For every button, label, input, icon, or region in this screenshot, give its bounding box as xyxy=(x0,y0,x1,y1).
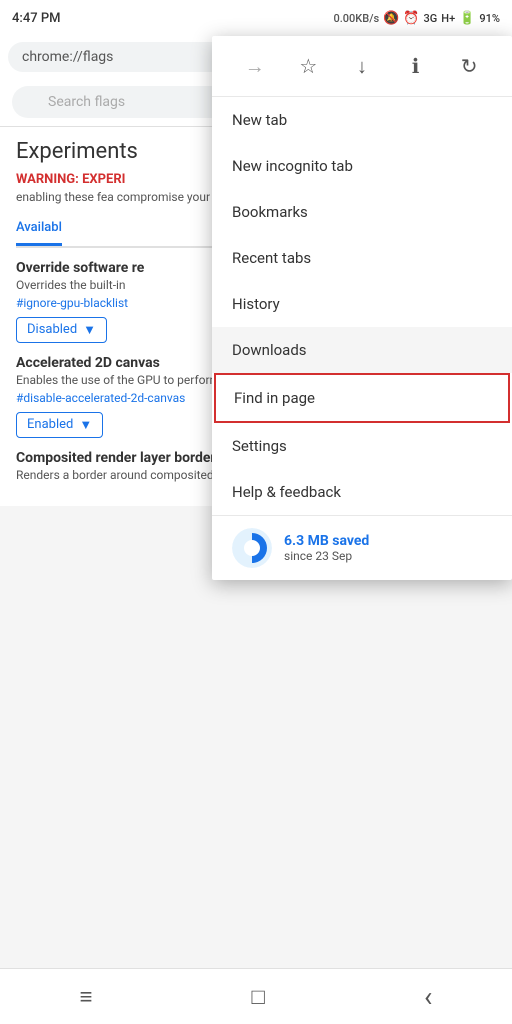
time-label: 4:47 PM xyxy=(12,11,61,26)
dropdown-arrow-icon: ▼ xyxy=(83,322,96,338)
menu-item-find-in-page[interactable]: Find in page xyxy=(214,373,510,423)
tab-available[interactable]: Availabl xyxy=(16,220,62,246)
menu-item-help-feedback[interactable]: Help & feedback xyxy=(212,469,512,515)
menu-item-history[interactable]: History xyxy=(212,281,512,327)
data-saver-text: 6.3 MB saved since 23 Sep xyxy=(284,533,369,563)
menu-item-recent-tabs[interactable]: Recent tabs xyxy=(212,235,512,281)
data-saver-amount: 6.3 MB saved xyxy=(284,533,369,549)
flag1-link[interactable]: #ignore-gpu-blacklist xyxy=(16,296,128,310)
battery-icon: 🔋 xyxy=(459,11,475,26)
dropdown-toolbar: → ☆ ↓ ℹ ↻ xyxy=(212,36,512,97)
flag2-control[interactable]: Enabled ▼ xyxy=(16,412,103,438)
menu-item-new-incognito-tab[interactable]: New incognito tab xyxy=(212,143,512,189)
status-indicators: 0.00KB/s 🔕 ⏰ 3G H+ 🔋 91% xyxy=(333,11,500,26)
download-button[interactable]: ↓ xyxy=(344,48,380,84)
signal-h-plus: H+ xyxy=(441,12,455,25)
alarm-icon: 🔕 xyxy=(383,11,399,26)
info-button[interactable]: ℹ xyxy=(398,48,434,84)
menu-items-container: New tabNew incognito tabBookmarksRecent … xyxy=(212,97,512,515)
dropdown-arrow-icon-2: ▼ xyxy=(79,417,92,433)
network-speed: 0.00KB/s xyxy=(333,12,379,25)
refresh-button[interactable]: ↻ xyxy=(451,48,487,84)
menu-nav-button[interactable]: ≡ xyxy=(72,976,101,1018)
status-bar: 4:47 PM 0.00KB/s 🔕 ⏰ 3G H+ 🔋 91% xyxy=(0,0,512,36)
menu-item-settings[interactable]: Settings xyxy=(212,423,512,469)
menu-item-downloads[interactable]: Downloads xyxy=(212,327,512,373)
address-url: chrome://flags xyxy=(22,49,113,65)
menu-item-new-tab[interactable]: New tab xyxy=(212,97,512,143)
data-saver-icon xyxy=(232,528,272,568)
dropdown-menu: → ☆ ↓ ℹ ↻ New tabNew incognito tabBookma… xyxy=(212,36,512,580)
flag2-link[interactable]: #disable-accelerated-2d-canvas xyxy=(16,391,185,405)
bookmark-button[interactable]: ☆ xyxy=(290,48,326,84)
search-placeholder: Search flags xyxy=(48,94,125,110)
battery-percent: 91% xyxy=(479,12,500,25)
status-time: 4:47 PM xyxy=(12,11,61,26)
forward-button[interactable]: → xyxy=(237,48,273,84)
menu-item-bookmarks[interactable]: Bookmarks xyxy=(212,189,512,235)
flag1-control[interactable]: Disabled ▼ xyxy=(16,317,107,343)
signal-3g: 3G xyxy=(424,12,438,25)
data-saver-row: 6.3 MB saved since 23 Sep xyxy=(212,515,512,580)
bottom-nav: ≡ □ ‹ xyxy=(0,968,512,1024)
home-nav-button[interactable]: □ xyxy=(244,976,273,1018)
back-nav-button[interactable]: ‹ xyxy=(416,972,440,1021)
clock-icon: ⏰ xyxy=(403,11,419,26)
data-saver-since: since 23 Sep xyxy=(284,549,369,563)
